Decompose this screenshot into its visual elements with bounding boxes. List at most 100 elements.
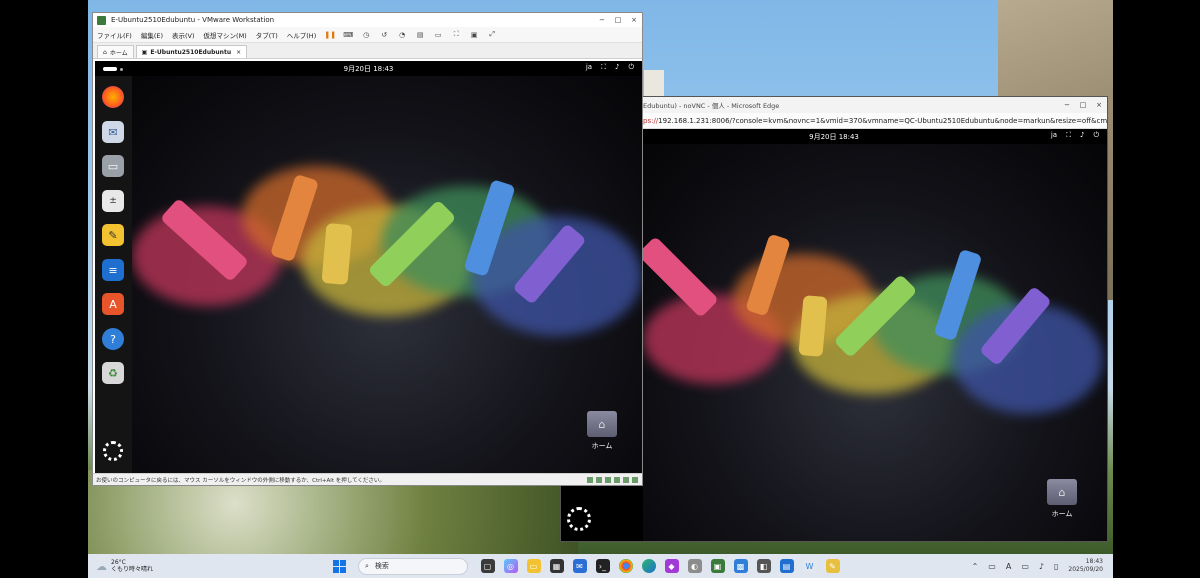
- menu-vm[interactable]: 仮想マシン(M): [204, 30, 247, 40]
- send-keys-icon[interactable]: ⌨: [343, 30, 353, 39]
- chevron-up-icon[interactable]: ⌃: [972, 562, 979, 571]
- home-folder[interactable]: ⌂ ホーム: [587, 411, 617, 451]
- task-view-icon[interactable]: ▢: [480, 559, 495, 573]
- vmware-title: E-Ubuntu2510Edubuntu - VMware Workstatio…: [111, 16, 275, 24]
- app-icon[interactable]: ✎: [825, 559, 840, 573]
- vmware-title-bar[interactable]: E-Ubuntu2510Edubuntu - VMware Workstatio…: [93, 13, 642, 27]
- writer-icon[interactable]: ≡: [102, 259, 124, 281]
- calculator-icon[interactable]: ±: [102, 190, 124, 212]
- console-view-icon[interactable]: ▣: [469, 30, 479, 39]
- file-explorer-icon[interactable]: ▭: [526, 559, 541, 573]
- address-url[interactable]: 192.168.1.231:8006/?console=kvm&novnc=1&…: [658, 117, 1107, 125]
- home-folder-icon: ⌂: [1047, 479, 1077, 505]
- search-placeholder: 検索: [374, 562, 389, 570]
- menu-tab[interactable]: タブ(T): [256, 30, 278, 40]
- vmware-app-icon: [97, 15, 106, 25]
- maximize-button[interactable]: □: [1075, 101, 1091, 109]
- device-icon[interactable]: [614, 476, 620, 483]
- display-icon[interactable]: ▭: [988, 562, 996, 571]
- edge-icon[interactable]: [641, 559, 656, 573]
- ime-indicator[interactable]: A: [1006, 562, 1011, 571]
- edge-title: Edubuntu) - noVNC - 個人 - Microsoft Edge: [643, 102, 780, 110]
- minimize-button[interactable]: −: [594, 16, 610, 24]
- home-folder-label: ホーム: [591, 442, 613, 450]
- revert-snapshot-icon[interactable]: ↺: [379, 30, 389, 39]
- vm-icon: ▣: [141, 48, 148, 56]
- trash-icon[interactable]: ♻: [102, 362, 124, 384]
- gnome-top-bar: 9月20日 18:43 ja ⛶ ♪ ⏻: [95, 61, 642, 76]
- app-icon[interactable]: ◧: [756, 559, 771, 573]
- power-icon[interactable]: ⏻: [1093, 131, 1099, 140]
- network-icon[interactable]: ⛶: [601, 63, 606, 72]
- tab-vm[interactable]: ▣ E-Ubuntu2510Edubuntu ×: [135, 45, 248, 58]
- messages-icon[interactable]: ✉: [102, 121, 124, 143]
- vm-guest-display[interactable]: 9月20日 18:43 ja ⛶ ♪ ⏻ ⌂ ホーム ✉ ▭ ± ✎ ≡ A ?…: [95, 61, 642, 474]
- home-folder-icon: ⌂: [587, 411, 617, 437]
- power-icon[interactable]: ⏻: [628, 63, 634, 72]
- menu-edit[interactable]: 編集(E): [141, 30, 163, 40]
- device-icon[interactable]: [605, 476, 611, 483]
- vmware-icon[interactable]: ▣: [710, 559, 725, 573]
- close-button[interactable]: ×: [626, 16, 642, 24]
- store-icon[interactable]: ▦: [549, 559, 564, 573]
- thumbnail-icon[interactable]: ▭: [433, 30, 443, 39]
- tab-vm-label: E-Ubuntu2510Edubuntu: [150, 48, 232, 56]
- clock[interactable]: 9月20日 18:43: [95, 64, 642, 74]
- app-icon[interactable]: ◐: [687, 559, 702, 573]
- vmware-tab-bar: ⌂ ホーム ▣ E-Ubuntu2510Edubuntu ×: [93, 43, 642, 59]
- chrome-icon[interactable]: [618, 559, 633, 573]
- status-text: お使いのコンピュータに戻るには、マウス カーソルをウィンドウの外側に移動するか、…: [96, 477, 385, 484]
- device-icon[interactable]: [587, 476, 593, 483]
- mail-icon[interactable]: ✉: [572, 559, 587, 573]
- pause-icon[interactable]: ❚❚: [324, 30, 336, 39]
- home-folder[interactable]: ⌂ ホーム: [1047, 479, 1077, 519]
- help-icon[interactable]: ?: [102, 328, 124, 350]
- home-folder-label: ホーム: [1051, 510, 1073, 518]
- firefox-icon[interactable]: [102, 86, 124, 108]
- search-box[interactable]: ⌕ 検索: [358, 557, 468, 575]
- volume-icon[interactable]: ♪: [1080, 131, 1084, 140]
- app-center-icon[interactable]: A: [102, 293, 124, 315]
- device-icon[interactable]: [596, 476, 602, 483]
- maximize-button[interactable]: □: [610, 16, 626, 24]
- start-icon[interactable]: [333, 559, 346, 573]
- menu-help[interactable]: ヘルプ(H): [287, 30, 316, 40]
- menu-file[interactable]: ファイル(F): [97, 30, 132, 40]
- show-library-icon[interactable]: ▤: [415, 30, 425, 39]
- app-icon[interactable]: ▩: [733, 559, 748, 573]
- ubuntu-logo-icon[interactable]: [567, 507, 591, 531]
- battery-icon[interactable]: ▯: [1054, 562, 1058, 571]
- minimize-button[interactable]: −: [1059, 101, 1075, 109]
- notes-icon[interactable]: ✎: [102, 224, 124, 246]
- files-icon[interactable]: ▭: [102, 155, 124, 177]
- lang-indicator[interactable]: ja: [1051, 131, 1057, 140]
- fullscreen-icon[interactable]: ⛶: [451, 30, 461, 39]
- ubuntu-logo-icon[interactable]: [103, 441, 123, 461]
- volume-icon[interactable]: ♪: [1039, 562, 1044, 571]
- lang-indicator[interactable]: ja: [586, 63, 592, 72]
- network-icon[interactable]: ▭: [1021, 562, 1029, 571]
- device-icon[interactable]: [623, 476, 629, 483]
- app-icon[interactable]: ▤: [779, 559, 794, 573]
- tab-close-button[interactable]: ×: [236, 49, 241, 56]
- windows-taskbar: ☁ 26°C くもり時々晴れ ⌕ 検索 ▢ ◎ ▭ ▦ ✉ ›_ ◆ ◐ ▣ ▩…: [88, 554, 1113, 578]
- app-icon[interactable]: W: [802, 559, 817, 573]
- tab-home[interactable]: ⌂ ホーム: [97, 45, 134, 58]
- stretch-guest-icon[interactable]: ⤢: [487, 30, 497, 39]
- network-icon[interactable]: ⛶: [1066, 131, 1071, 140]
- snapshot-icon[interactable]: ◷: [361, 30, 371, 39]
- app-icon[interactable]: ◆: [664, 559, 679, 573]
- system-clock[interactable]: 18:43 2025/09/20: [1068, 558, 1103, 574]
- menu-view[interactable]: 表示(V): [172, 30, 195, 40]
- close-button[interactable]: ×: [1091, 101, 1107, 109]
- volume-icon[interactable]: ♪: [615, 63, 619, 72]
- copilot-icon[interactable]: ◎: [503, 559, 518, 573]
- terminal-icon[interactable]: ›_: [595, 559, 610, 573]
- weather-temp: 26°C: [111, 559, 126, 566]
- clock-time: 18:43: [1085, 558, 1103, 565]
- weather-widget[interactable]: ☁ 26°C くもり時々晴れ: [96, 559, 216, 573]
- device-icon[interactable]: [632, 476, 638, 483]
- search-icon: ⌕: [365, 561, 369, 570]
- vmware-window[interactable]: E-Ubuntu2510Edubuntu - VMware Workstatio…: [92, 12, 643, 486]
- snapshot-manager-icon[interactable]: ◔: [397, 30, 407, 39]
